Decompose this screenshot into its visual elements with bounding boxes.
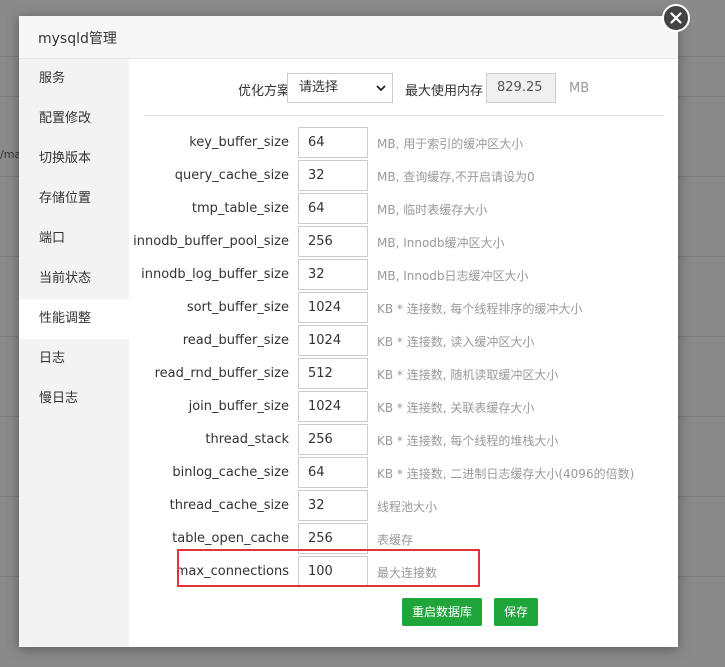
param-description: MB, Innodb缓冲区大小	[377, 236, 505, 250]
param-row-query-cache-size: query_cache_size 32 MB, 查询缓存,不开启请设为0	[130, 160, 678, 193]
optimization-row: 优化方案 请选择 最大使用内存 829.25 MB	[130, 73, 678, 107]
param-row-tmp-table-size: tmp_table_size 64 MB, 临时表缓存大小	[130, 193, 678, 226]
param-input[interactable]: 64	[298, 193, 368, 224]
param-label: read_rnd_buffer_size	[154, 366, 289, 381]
param-label: table_open_cache	[172, 531, 289, 546]
param-input[interactable]: 64	[298, 127, 368, 158]
param-label: thread_cache_size	[169, 498, 289, 513]
param-input[interactable]: 1024	[298, 391, 368, 422]
param-description: MB, 临时表缓存大小	[377, 203, 488, 217]
param-description: KB * 连接数, 读入缓冲区大小	[377, 335, 535, 349]
sidebar-item-9[interactable]: 慢日志	[19, 379, 129, 419]
param-description: KB * 连接数, 随机读取缓冲区大小	[377, 368, 559, 382]
sidebar-item-4[interactable]: 存储位置	[19, 179, 129, 219]
param-description: KB * 连接数, 每个线程的堆栈大小	[377, 434, 559, 448]
background-text: /ma	[0, 148, 22, 161]
optimization-select[interactable]: 请选择	[287, 73, 393, 103]
param-label: read_buffer_size	[182, 333, 289, 348]
param-label: key_buffer_size	[189, 135, 289, 150]
sidebar-item-1[interactable]: 服务	[19, 59, 129, 99]
sidebar-item-5[interactable]: 端口	[19, 219, 129, 259]
param-label: thread_stack	[205, 432, 289, 447]
param-row-sort-buffer-size: sort_buffer_size 1024 KB * 连接数, 每个线程排序的缓冲大…	[130, 292, 678, 325]
param-input[interactable]: 32	[298, 490, 368, 521]
max-connections-highlight	[177, 549, 480, 587]
param-input[interactable]: 32	[298, 259, 368, 290]
param-input[interactable]: 256	[298, 424, 368, 455]
param-input[interactable]: 1024	[298, 292, 368, 323]
mysqld-dialog: mysqld管理 服务 配置修改 切换版本 存储位置 端口 当前状态 性能调整 日志 慢日志 优…	[19, 16, 678, 647]
param-row-innodb-buffer-pool-size: innodb_buffer_pool_size 256 MB, Innodb缓冲区大…	[130, 226, 678, 259]
max-memory-value: 829.25	[497, 80, 543, 95]
save-button[interactable]: 保存	[494, 598, 539, 626]
param-input[interactable]: 32	[298, 160, 368, 191]
param-label: tmp_table_size	[191, 201, 289, 216]
sidebar-item-6[interactable]: 当前状态	[19, 259, 129, 299]
param-description: MB, 用于索引的缓冲区大小	[377, 137, 524, 151]
dialog-title: mysqld管理	[38, 31, 117, 47]
param-description: KB * 连接数, 关联表缓存大小	[377, 401, 535, 415]
param-row-read-rnd-buffer-size: read_rnd_buffer_size 512 KB * 连接数, 随机读取缓冲区…	[130, 358, 678, 391]
sidebar-item-7[interactable]: 性能调整	[19, 299, 129, 339]
param-description: KB * 连接数, 每个线程排序的缓冲大小	[377, 302, 583, 316]
sidebar: 服务 配置修改 切换版本 存储位置 端口 当前状态 性能调整 日志 慢日志	[19, 59, 129, 647]
param-row-thread-stack: thread_stack 256 KB * 连接数, 每个线程的堆栈大小	[130, 424, 678, 457]
param-input[interactable]: 64	[298, 457, 368, 488]
param-row-read-buffer-size: read_buffer_size 1024 KB * 连接数, 读入缓冲区大小	[130, 325, 678, 358]
param-row-join-buffer-size: join_buffer_size 1024 KB * 连接数, 关联表缓存大小	[130, 391, 678, 424]
close-icon	[670, 12, 682, 24]
dialog-header: mysqld管理	[19, 16, 678, 59]
divider	[144, 115, 664, 116]
performance-panel: 优化方案 请选择 最大使用内存 829.25 MB key_buffer_siz…	[130, 59, 678, 647]
param-row-binlog-cache-size: binlog_cache_size 64 KB * 连接数, 二进制日志缓存大小(4…	[130, 457, 678, 490]
param-label: join_buffer_size	[188, 399, 289, 414]
sidebar-item-2[interactable]: 配置修改	[19, 99, 129, 139]
optimization-label: 优化方案	[238, 84, 291, 99]
param-input[interactable]: 1024	[298, 325, 368, 356]
param-label: sort_buffer_size	[186, 300, 289, 315]
param-description: 表缓存	[377, 533, 414, 547]
restart-database-button[interactable]: 重启数据库	[402, 598, 483, 626]
param-label: innodb_log_buffer_size	[141, 267, 289, 282]
param-description: MB, Innodb日志缓冲区大小	[377, 269, 529, 283]
close-button[interactable]	[662, 4, 690, 32]
param-input[interactable]: 256	[298, 226, 368, 257]
param-label: binlog_cache_size	[172, 465, 289, 480]
max-memory-label: 最大使用内存	[405, 84, 484, 99]
max-memory-unit: MB	[569, 81, 590, 96]
param-row-thread-cache-size: thread_cache_size 32 线程池大小	[130, 490, 678, 523]
param-row-innodb-log-buffer-size: innodb_log_buffer_size 32 MB, Innodb日志缓冲区大…	[130, 259, 678, 292]
max-memory-input[interactable]: 829.25	[486, 73, 556, 103]
chevron-down-icon	[376, 85, 386, 92]
param-description: 线程池大小	[377, 500, 438, 514]
param-row-key-buffer-size: key_buffer_size 64 MB, 用于索引的缓冲区大小	[130, 127, 678, 160]
optimization-select-value: 请选择	[299, 80, 339, 95]
param-label: innodb_buffer_pool_size	[133, 234, 289, 249]
param-description: KB * 连接数, 二进制日志缓存大小(4096的倍数)	[377, 467, 635, 481]
param-list: key_buffer_size 64 MB, 用于索引的缓冲区大小 query_cac…	[130, 127, 678, 589]
sidebar-item-8[interactable]: 日志	[19, 339, 129, 379]
sidebar-item-3[interactable]: 切换版本	[19, 139, 129, 179]
param-label: query_cache_size	[174, 168, 289, 183]
param-description: MB, 查询缓存,不开启请设为0	[377, 170, 535, 184]
param-input[interactable]: 512	[298, 358, 368, 389]
